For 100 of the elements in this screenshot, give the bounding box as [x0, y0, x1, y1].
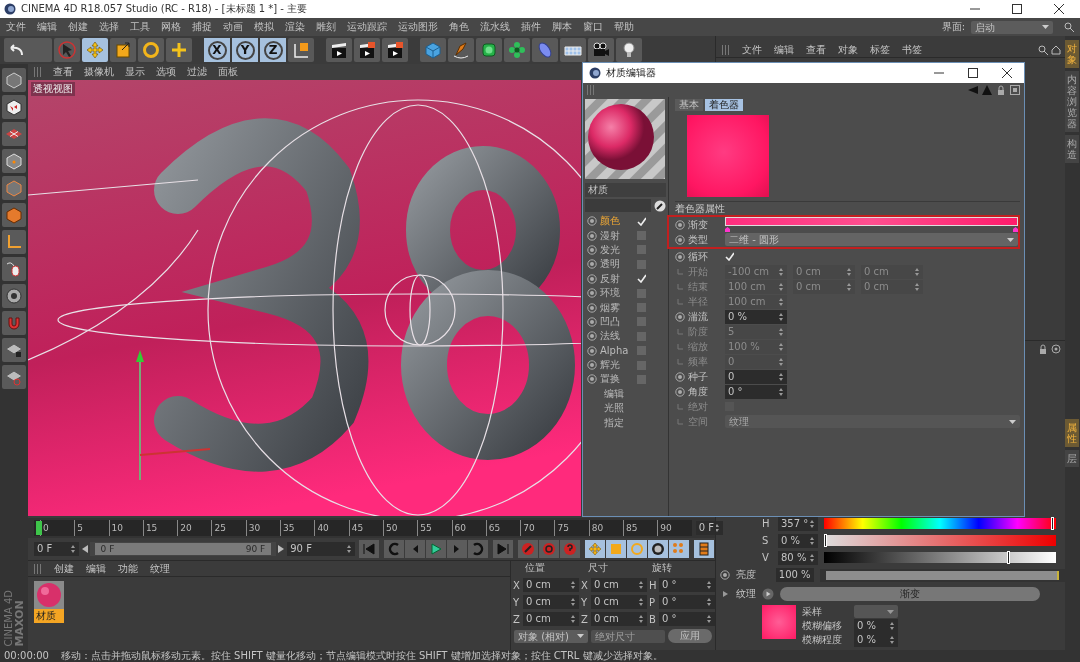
record-button[interactable] [518, 540, 538, 558]
expand-triangle-icon[interactable] [720, 589, 730, 599]
previous-frame-button[interactable] [405, 540, 425, 558]
checkbox[interactable] [637, 317, 646, 327]
checkbox[interactable] [637, 331, 646, 341]
menu-item[interactable]: 捕捉 [192, 20, 212, 34]
close-icon[interactable] [1002, 68, 1012, 78]
channel-item[interactable]: 辉光 [585, 357, 666, 373]
solo-button[interactable] [2, 284, 26, 308]
tab[interactable]: 着色器 [705, 99, 743, 111]
checkbox[interactable] [637, 274, 646, 284]
subdivision-button[interactable] [476, 38, 502, 62]
coordinate-field[interactable]: 0 cm [591, 612, 647, 626]
layout-dropdown[interactable]: 启动 [971, 20, 1053, 34]
camera-button[interactable] [588, 38, 614, 62]
side-tab[interactable]: 对象 [1065, 40, 1079, 68]
panel-grip[interactable] [587, 85, 595, 95]
channel-item[interactable]: 环境 [585, 285, 666, 301]
menu-item[interactable]: 渲染 [285, 20, 305, 34]
axis-lock-button[interactable]: Z [260, 38, 286, 62]
pen-tool-button[interactable] [448, 38, 474, 62]
brightness-slider-track[interactable] [819, 568, 1065, 582]
viewport-menu-item[interactable]: 摄像机 [84, 65, 114, 79]
menu-item[interactable]: 雕刻 [316, 20, 336, 34]
coordinate-field[interactable]: 0 ° [659, 595, 715, 609]
keyframe-radio-icon[interactable] [675, 371, 685, 382]
keyframe-radio-icon[interactable] [675, 251, 685, 262]
viewport-menu-item[interactable]: 显示 [125, 65, 145, 79]
right-arrow-icon[interactable] [278, 545, 285, 553]
material-menu-item[interactable]: 纹理 [150, 561, 170, 576]
size-mode-dropdown[interactable]: 绝对尺寸 [591, 629, 665, 643]
panel-grip[interactable] [34, 563, 42, 574]
channel-item[interactable]: 漫射 [585, 228, 666, 243]
blur-offset-field[interactable]: 0 % [854, 618, 898, 633]
menu-item[interactable]: 运动跟踪 [347, 20, 387, 34]
home-icon[interactable] [1051, 44, 1061, 55]
channel-item[interactable]: 置换 [585, 372, 666, 387]
coordinate-field[interactable]: 0 ° [659, 612, 715, 626]
coordinate-mode-dropdown[interactable]: 对象 (相对) [514, 629, 588, 643]
checkbox[interactable] [637, 288, 646, 298]
frame-range-slider[interactable]: 0 F 90 F [89, 542, 277, 556]
target-icon[interactable] [1051, 344, 1061, 354]
channel-item[interactable]: 编辑 [585, 386, 666, 402]
cloner-button[interactable] [504, 38, 530, 62]
material-menu-item[interactable]: 功能 [118, 561, 138, 576]
light-button[interactable] [616, 38, 642, 62]
channel-item[interactable]: 颜色 [585, 214, 666, 229]
search-icon[interactable] [1064, 22, 1074, 32]
object-menu-item[interactable]: 标签 [870, 42, 890, 57]
play-button[interactable] [426, 540, 446, 558]
rotate-tool-button[interactable] [138, 38, 164, 62]
menu-item[interactable]: 帮助 [614, 20, 634, 34]
checkbox[interactable] [725, 252, 734, 261]
viewport-menu-item[interactable]: 选项 [156, 65, 176, 79]
channel-item[interactable]: 凹凸 [585, 314, 666, 330]
up-arrow-icon[interactable] [982, 85, 992, 95]
color-slider-track[interactable] [824, 552, 1056, 563]
left-arrow-icon[interactable] [81, 545, 88, 553]
color-slider-track[interactable] [824, 535, 1056, 546]
render-view-button[interactable] [326, 38, 352, 62]
coordinate-field[interactable]: 0 ° [659, 578, 715, 592]
panel-grip[interactable] [722, 44, 730, 55]
viewport-menu-item[interactable]: 面板 [218, 65, 238, 79]
playhead-marker[interactable] [36, 521, 42, 535]
auto-key-button[interactable] [539, 540, 559, 558]
menu-item[interactable]: 运动图形 [398, 20, 438, 34]
material-sphere-thumbnail[interactable] [34, 581, 64, 609]
tweak-mode-button[interactable] [2, 257, 26, 281]
coordinate-field[interactable]: 0 cm [523, 578, 579, 592]
key-help-button[interactable] [560, 540, 580, 558]
color-slider-track[interactable] [824, 518, 1056, 529]
new-panel-icon[interactable] [1010, 85, 1020, 95]
checkbox[interactable] [637, 303, 646, 313]
sampling-dropdown[interactable] [854, 605, 898, 618]
material-name-field[interactable]: 材质 [585, 183, 666, 197]
checkbox[interactable] [637, 216, 646, 226]
model-mode-button[interactable] [2, 68, 26, 92]
side-tab[interactable]: 构造 [1065, 135, 1079, 163]
texture-mode-button[interactable] [2, 95, 26, 119]
slider-handle[interactable] [1050, 517, 1054, 530]
brightness-field[interactable]: 100 % [775, 568, 814, 582]
add-object-button[interactable] [166, 38, 192, 62]
polygons-mode-button[interactable] [2, 203, 26, 227]
object-menu-item[interactable]: 对象 [838, 42, 858, 57]
current-frame-field[interactable]: 0 F [695, 521, 723, 535]
number-field[interactable]: 0 % [725, 309, 787, 324]
coordinate-field[interactable]: 0 cm [591, 595, 647, 609]
checkbox[interactable] [637, 360, 646, 370]
menu-item[interactable]: 模拟 [254, 20, 274, 34]
keyframe-radio-icon[interactable] [675, 234, 685, 245]
points-mode-button[interactable] [2, 149, 26, 173]
value-field[interactable]: 0 % [778, 533, 818, 548]
type-dropdown[interactable]: 二维 - 圆形 [725, 233, 1018, 246]
previous-key-button[interactable] [384, 540, 404, 558]
channel-item[interactable]: 反射 [585, 271, 666, 286]
number-field[interactable]: 0 [725, 369, 787, 384]
menu-item[interactable]: 文件 [6, 20, 26, 34]
render-settings-button[interactable] [382, 38, 408, 62]
apply-button[interactable]: 应用 [668, 629, 712, 643]
axis-mode-button[interactable] [2, 230, 26, 254]
